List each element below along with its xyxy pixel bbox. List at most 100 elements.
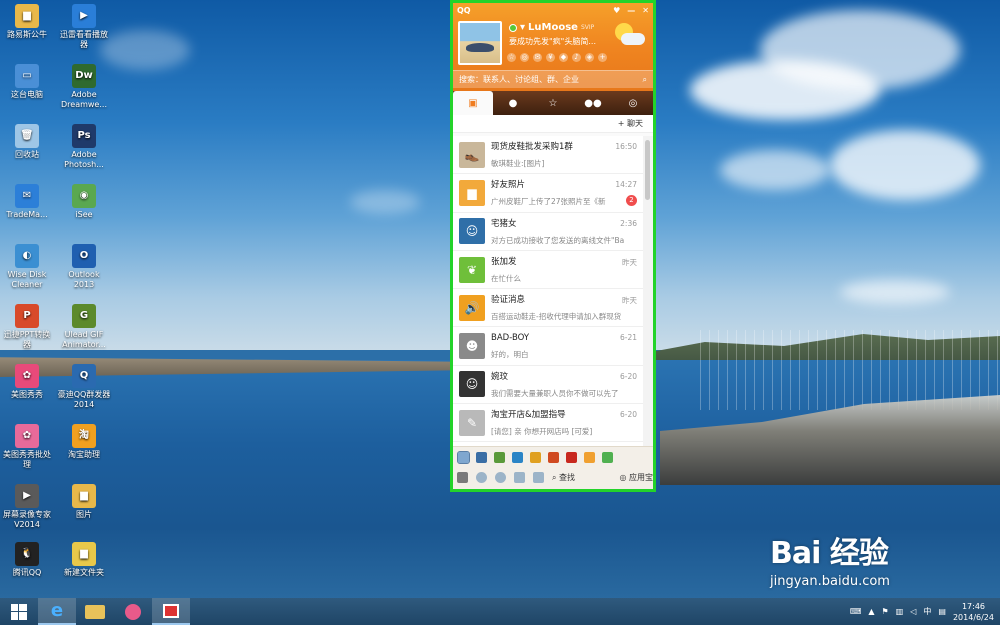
taskbar-ie-button[interactable]: e <box>38 598 76 625</box>
security-icon[interactable]: ◈ <box>585 53 594 62</box>
qzone-icon[interactable]: ◎ <box>520 53 529 62</box>
file-icon[interactable] <box>514 471 525 483</box>
desktop-icon[interactable]: ✿ 美图秀秀批处理 <box>0 424 54 470</box>
contact-avatar[interactable]: 🔊 <box>459 294 485 321</box>
close-button[interactable]: ✕ <box>642 6 649 15</box>
message-manager-icon[interactable] <box>533 471 544 483</box>
pencil-app-icon[interactable] <box>584 451 595 463</box>
weather-icon[interactable] <box>613 21 647 51</box>
tab-favorites[interactable]: ☆ <box>533 91 573 115</box>
find-button[interactable]: ⌕ 查找 <box>552 472 575 483</box>
desktop-icon[interactable]: Q 豪迪QQ群发器 2014 <box>57 364 111 410</box>
main-menu-icon[interactable] <box>457 471 468 483</box>
speaker-icon[interactable]: ◁ <box>910 607 916 616</box>
desktop-icon[interactable]: 🐧 腾讯QQ <box>0 542 54 578</box>
conversation-item[interactable]: ✎ 淘宝开店&加盟指导 [请您] 亲 你想开网店吗 [可爱] 6-20 <box>453 404 643 443</box>
conversation-item[interactable]: ☺ 婉玟 我们需要大量兼职人员你不做可以先了 6-20 <box>453 366 643 405</box>
desktop-icon[interactable]: Dw Adobe Dreamwe... <box>57 64 111 110</box>
desktop-icon[interactable]: ✿ 美图秀秀 <box>0 364 54 400</box>
action-center-icon[interactable]: ⚑ <box>882 607 889 616</box>
music-icon[interactable]: ♪ <box>572 53 581 62</box>
wallpaper-cloud <box>840 280 950 304</box>
photo-app-icon[interactable] <box>512 451 523 463</box>
star-icon[interactable]: ☆ <box>507 53 516 62</box>
pet-app-icon[interactable] <box>530 451 541 463</box>
taskbar-recorder-button[interactable] <box>152 598 190 625</box>
clock[interactable]: 17:46 2014/6/24 <box>953 601 994 623</box>
desktop-icon[interactable]: Ps Adobe Photosh... <box>57 124 111 170</box>
contact-avatar[interactable]: ☻ <box>459 333 485 360</box>
desktop-icon[interactable]: ◐ Wise Disk Cleaner <box>0 244 54 290</box>
qq-titlebar[interactable]: QQ ♥ — ✕ <box>453 3 653 17</box>
game-app-icon[interactable] <box>548 451 559 463</box>
scrollbar-thumb[interactable] <box>645 140 650 200</box>
status-dropdown-icon[interactable]: ▾ <box>520 22 525 33</box>
contact-avatar[interactable]: ▆ <box>459 179 485 206</box>
user-name[interactable]: LuMoose <box>528 22 578 33</box>
input-panel-icon[interactable]: ▤ <box>938 607 946 616</box>
conversation-scrollbar[interactable] <box>643 136 653 446</box>
desktop-icon[interactable]: 🗑 回收站 <box>0 124 54 160</box>
wallet-icon[interactable]: ¥ <box>546 53 555 62</box>
settings-icon[interactable] <box>476 471 487 483</box>
ime-indicator[interactable]: 中 <box>923 606 931 617</box>
desktop-icon[interactable]: ▆ 图片 <box>57 484 111 520</box>
tab-qzone[interactable]: ◎ <box>613 91 653 115</box>
red-app-icon[interactable] <box>566 451 577 463</box>
taskbar-meitu-button[interactable] <box>114 598 152 625</box>
search-icon[interactable]: ⌕ <box>643 75 647 85</box>
desktop-icon-label: 迅雷看看播放器 <box>60 30 108 49</box>
contact-avatar[interactable]: ✎ <box>459 409 485 436</box>
desktop-icon[interactable]: ✉ TradeMa... <box>0 184 54 220</box>
start-button[interactable] <box>0 598 38 625</box>
desktop-icon[interactable]: ▶ 屏幕录像专家V2014 <box>0 484 54 530</box>
skin-icon[interactable]: ♥ <box>613 6 620 15</box>
desktop-icon[interactable]: ◉ iSee <box>57 184 111 220</box>
desktop-icon-label: 新建文件夹 <box>64 568 104 577</box>
conversation-item[interactable]: ☻ BAD-BOY 好的，明白 6-21 <box>453 327 643 366</box>
tab-contacts[interactable]: ● <box>493 91 533 115</box>
user-signature[interactable]: 要成功先发"疯"头脑简... <box>509 36 607 47</box>
tab-groups[interactable]: ●● <box>573 91 613 115</box>
conversation-item[interactable]: ☺ 宅猪女 对方已成功接收了您发送的离线文件"Ba 2:36 <box>453 213 643 251</box>
screen-recorder-taskbar-icon <box>163 603 179 618</box>
mainmenu-app-icon[interactable] <box>457 450 470 464</box>
network-icon[interactable]: ▥ <box>896 607 904 616</box>
online-status-icon[interactable] <box>509 23 517 32</box>
contact-avatar[interactable]: ☺ <box>459 218 485 245</box>
grid-app-icon[interactable] <box>602 451 613 463</box>
conversation-item[interactable]: ▆ 好友照片 广州皮鞋厂上传了27张照片至《新 14:27 2 <box>453 174 643 213</box>
add-icon[interactable]: + <box>598 53 607 62</box>
desktop-icon[interactable]: G Ulead GIF Animator... <box>57 304 111 350</box>
user-avatar[interactable] <box>458 21 502 65</box>
volume-icon[interactable] <box>495 471 506 483</box>
conversation-item[interactable]: ❦ 张加发 在忙什么 昨天 <box>453 251 643 290</box>
tab-conversations[interactable]: ▣ <box>453 91 493 115</box>
qzone-tab-icon: ◎ <box>628 97 638 109</box>
game-icon[interactable]: ◆ <box>559 53 568 62</box>
qq-window[interactable]: QQ ♥ — ✕ ▾ LuMoose SVIP 要成功先发"疯"头脑简... ☆… <box>453 3 653 489</box>
desktop-icon[interactable]: 淘淘宝助理 <box>57 424 111 460</box>
mail-icon[interactable]: ✉ <box>533 53 542 62</box>
contact-avatar[interactable]: 👞 <box>459 141 485 168</box>
contacts-app-icon[interactable] <box>494 451 505 463</box>
contact-search-box[interactable]: 搜索：联系人、讨论组、群、企业 ⌕ <box>453 70 653 88</box>
minimize-button[interactable]: — <box>627 6 635 15</box>
keyboard-icon[interactable]: ⌨ <box>850 607 862 616</box>
conversation-item[interactable]: 👞 现货皮鞋批发采购1群 敏琪鞋业:[图片] 16:50 <box>453 136 643 175</box>
contact-avatar[interactable]: ❦ <box>459 256 485 283</box>
desktop-icon[interactable]: P 迅捷PPT转换器 <box>0 304 54 350</box>
desktop-icon[interactable]: ▶ 迅雷看看播放器 <box>57 4 111 50</box>
qqmusic-icon[interactable] <box>476 451 487 463</box>
contact-avatar[interactable]: ☺ <box>459 371 485 398</box>
new-chat-button[interactable]: + 聊天 <box>618 118 643 129</box>
conversation-item[interactable]: 🔊 验证消息 百搭运动鞋走-招收代理申请加入群现货 昨天 <box>453 289 643 328</box>
taskbar-explorer-button[interactable] <box>76 598 114 625</box>
desktop-icon[interactable]: O Outlook 2013 <box>57 244 111 290</box>
desktop-icon[interactable]: ▆ 路易斯公牛 <box>0 4 54 40</box>
tray-expand-icon[interactable]: ▲ <box>868 607 874 616</box>
isee-icon: ◉ <box>72 184 96 208</box>
app-store-button[interactable]: ◎ 应用宝 <box>619 472 653 483</box>
desktop-icon[interactable]: ▭ 这台电脑 <box>0 64 54 100</box>
desktop-icon[interactable]: ▆ 新建文件夹 <box>57 542 111 578</box>
